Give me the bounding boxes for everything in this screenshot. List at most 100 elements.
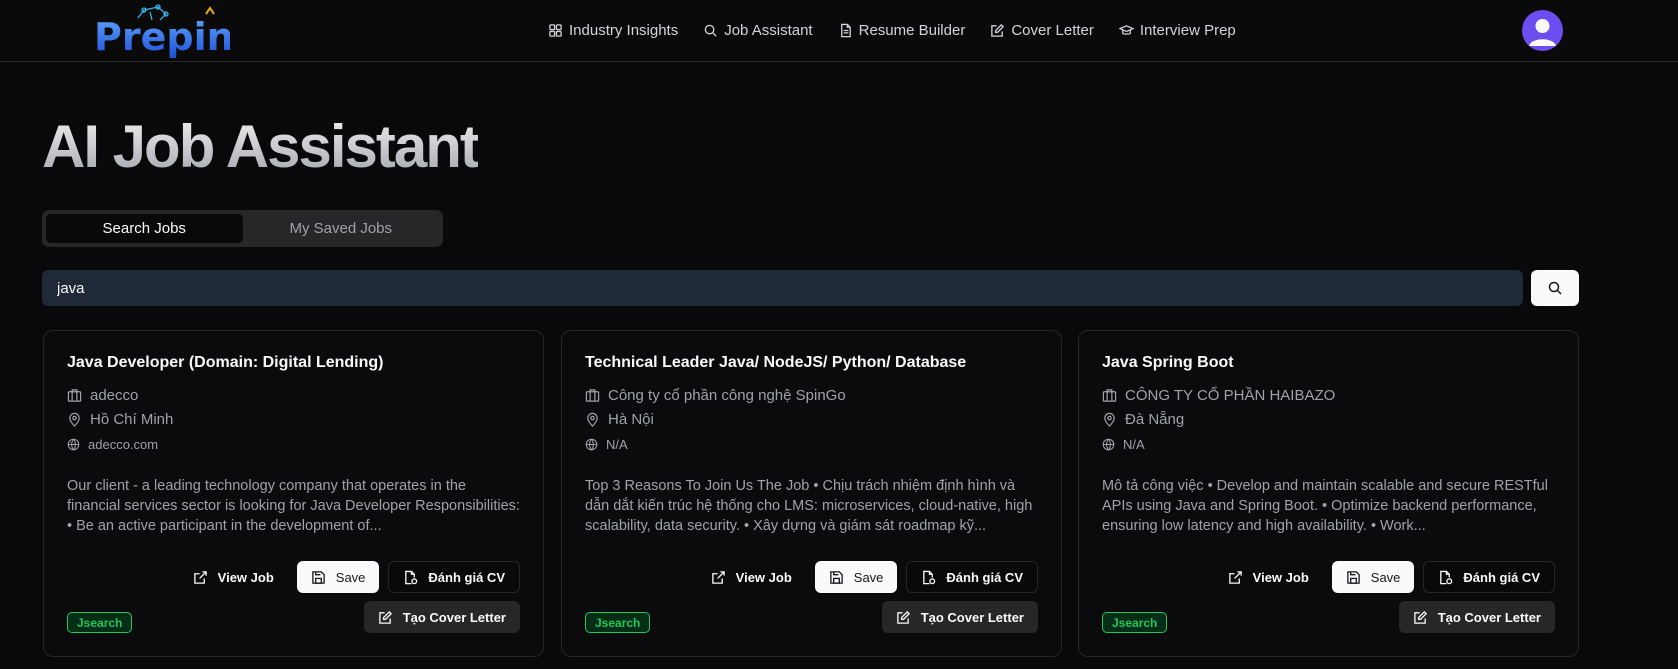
nav-cover-letter[interactable]: Cover Letter bbox=[990, 22, 1094, 39]
job-company: Công ty cổ phần công nghệ SpinGo bbox=[585, 387, 846, 404]
job-title: Java Spring Boot bbox=[1102, 354, 1234, 371]
floppy-disk-icon bbox=[1347, 570, 1360, 584]
map-pin-icon bbox=[1104, 412, 1115, 427]
edit-icon bbox=[378, 610, 392, 624]
job-title: Java Developer (Domain: Digital Lending) bbox=[67, 354, 384, 371]
website-text: N/A bbox=[606, 437, 628, 452]
company-name: adecco bbox=[90, 387, 139, 404]
card-actions: View Job Save Đánh giá CV bbox=[179, 561, 520, 593]
tab-list: Search Jobs My Saved Jobs bbox=[42, 210, 443, 247]
file-check-icon bbox=[405, 570, 418, 584]
main-nav: Industry Insights Job Assistant Resume B… bbox=[548, 0, 1236, 60]
job-card: Java Developer (Domain: Digital Lending)… bbox=[43, 330, 544, 657]
job-card: Technical Leader Java/ NodeJS/ Python/ D… bbox=[561, 330, 1062, 657]
top-navigation-bar: Prepin Industry Insights Job Assistant R… bbox=[0, 0, 1678, 62]
job-search-input[interactable] bbox=[42, 270, 1523, 306]
save-button[interactable]: Save bbox=[296, 561, 380, 593]
view-job-button[interactable]: View Job bbox=[179, 561, 288, 593]
external-link-icon bbox=[1228, 570, 1242, 584]
external-link-icon bbox=[193, 570, 207, 584]
button-label: Tạo Cover Letter bbox=[920, 609, 1024, 625]
evaluate-cv-button[interactable]: Đánh giá CV bbox=[906, 561, 1038, 593]
button-label: Tạo Cover Letter bbox=[402, 609, 506, 625]
floppy-disk-icon bbox=[312, 570, 325, 584]
building-icon bbox=[1102, 389, 1117, 402]
tab-my-saved-jobs[interactable]: My Saved Jobs bbox=[243, 214, 440, 243]
job-website: N/A bbox=[1102, 437, 1145, 452]
create-cover-letter-button[interactable]: Tạo Cover Letter bbox=[881, 601, 1038, 633]
nav-resume-builder[interactable]: Resume Builder bbox=[838, 21, 966, 39]
globe-icon bbox=[1102, 438, 1115, 451]
source-badge: Jsearch bbox=[67, 612, 133, 633]
file-icon bbox=[840, 23, 851, 37]
search-icon bbox=[1548, 281, 1562, 295]
button-label: Tạo Cover Letter bbox=[1437, 609, 1541, 625]
job-location: Đà Nẵng bbox=[1102, 411, 1184, 428]
source-badge: Jsearch bbox=[1102, 612, 1168, 633]
globe-icon bbox=[585, 438, 598, 451]
company-name: Công ty cổ phần công nghệ SpinGo bbox=[608, 387, 846, 404]
file-check-icon bbox=[1440, 570, 1453, 584]
save-button[interactable]: Save bbox=[1331, 561, 1415, 593]
button-label: Đánh giá CV bbox=[428, 569, 505, 585]
map-pin-icon bbox=[587, 412, 598, 427]
button-label: Save bbox=[1370, 569, 1401, 585]
dashboard-icon bbox=[549, 23, 562, 37]
card-actions: View Job Save Đánh giá CV bbox=[697, 561, 1038, 593]
button-label: View Job bbox=[735, 569, 792, 585]
edit-icon bbox=[1413, 610, 1427, 624]
job-card: Java Spring Boot CÔNG TY CỔ PHẦN HAIBAZO… bbox=[1078, 330, 1579, 657]
button-label: View Job bbox=[1252, 569, 1309, 585]
tab-search-jobs[interactable]: Search Jobs bbox=[46, 214, 243, 243]
edit-icon bbox=[991, 23, 1005, 37]
button-label: Đánh giá CV bbox=[1463, 569, 1540, 585]
building-icon bbox=[67, 389, 82, 402]
job-location: Hồ Chí Minh bbox=[67, 411, 173, 428]
nav-label: Resume Builder bbox=[858, 21, 966, 39]
button-label: Đánh giá CV bbox=[946, 569, 1023, 585]
nav-job-assistant[interactable]: Job Assistant bbox=[703, 21, 813, 39]
nav-label: Industry Insights bbox=[569, 21, 679, 39]
create-cover-letter-button[interactable]: Tạo Cover Letter bbox=[1398, 601, 1555, 633]
search-button[interactable] bbox=[1531, 270, 1579, 306]
nav-label: Cover Letter bbox=[1011, 21, 1094, 39]
edit-icon bbox=[896, 610, 910, 624]
card-actions: View Job Save Đánh giá CV bbox=[1214, 561, 1555, 593]
job-description: Our client - a leading technology compan… bbox=[67, 478, 520, 534]
job-location: Hà Nội bbox=[585, 411, 654, 428]
nav-label: Interview Prep bbox=[1139, 21, 1236, 39]
floppy-disk-icon bbox=[830, 570, 843, 584]
building-icon bbox=[585, 389, 600, 402]
view-job-button[interactable]: View Job bbox=[1214, 561, 1323, 593]
location-text: Hà Nội bbox=[608, 411, 654, 428]
prepin-logo[interactable]: Prepin bbox=[94, 2, 234, 59]
user-avatar[interactable] bbox=[1522, 10, 1563, 51]
location-text: Hồ Chí Minh bbox=[90, 411, 174, 428]
nav-label: Job Assistant bbox=[724, 21, 813, 39]
nav-industry-insights[interactable]: Industry Insights bbox=[548, 22, 678, 39]
nav-interview-prep[interactable]: Interview Prep bbox=[1118, 21, 1236, 39]
job-company: adecco bbox=[67, 387, 138, 404]
svg-text:Prepin: Prepin bbox=[94, 15, 230, 58]
evaluate-cv-button[interactable]: Đánh giá CV bbox=[1423, 561, 1555, 593]
job-company: CÔNG TY CỔ PHẦN HAIBAZO bbox=[1102, 387, 1335, 404]
button-label: View Job bbox=[217, 569, 274, 585]
job-description: Mô tả công việc • Develop and maintain s… bbox=[1102, 478, 1548, 534]
globe-icon bbox=[67, 438, 80, 451]
page-title: AI Job Assistant bbox=[42, 113, 480, 180]
website-text: adecco.com bbox=[88, 437, 159, 452]
location-text: Đà Nẵng bbox=[1125, 411, 1185, 428]
job-website: adecco.com bbox=[67, 437, 158, 452]
evaluate-cv-button[interactable]: Đánh giá CV bbox=[388, 561, 520, 593]
job-website: N/A bbox=[585, 437, 628, 452]
save-button[interactable]: Save bbox=[814, 561, 898, 593]
external-link-icon bbox=[711, 570, 725, 584]
create-cover-letter-button[interactable]: Tạo Cover Letter bbox=[363, 601, 520, 633]
source-badge: Jsearch bbox=[585, 612, 651, 633]
button-label: Save bbox=[853, 569, 884, 585]
job-title: Technical Leader Java/ NodeJS/ Python/ D… bbox=[585, 354, 967, 371]
job-description: Top 3 Reasons To Join Us The Job • Chịu … bbox=[585, 478, 1033, 534]
search-icon bbox=[704, 24, 717, 37]
logo-graphic: Prepin bbox=[94, 4, 234, 59]
view-job-button[interactable]: View Job bbox=[697, 561, 806, 593]
